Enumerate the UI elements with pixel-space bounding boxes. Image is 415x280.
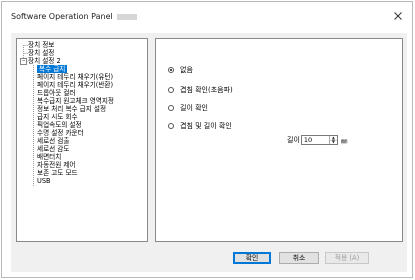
tree-item-child[interactable]: 수명 설정 카운터: [37, 129, 84, 137]
tree-item-child[interactable]: 복수급지 원고체크 영역지정: [37, 97, 114, 105]
option-none[interactable]: 없음: [168, 65, 193, 75]
ok-button[interactable]: 확인: [233, 252, 271, 264]
radio-none[interactable]: [168, 67, 174, 73]
length-spinbox[interactable]: 10 ▲ ▼: [300, 135, 338, 145]
tree-item-child[interactable]: 픽업속도의 설정: [37, 121, 82, 129]
radio-overlap-length[interactable]: [168, 123, 174, 129]
tree-collapse-icon[interactable]: −: [20, 58, 27, 65]
apply-button[interactable]: 적용 (A): [325, 252, 369, 264]
multifeed-options-panel: 없음 겹침 확인(초음파) 길이 확인 겹침 및 길이 확인 길이 10 ▲ ▼: [155, 38, 403, 242]
title-redacted-block: [117, 13, 138, 20]
tree-item-child[interactable]: 드롭아웃 컬러: [37, 89, 76, 97]
window-title-text: Software Operation Panel: [11, 12, 113, 21]
option-overlap[interactable]: 겹침 확인(초음파): [168, 85, 233, 95]
tree-item-child[interactable]: 배면터치: [37, 153, 61, 161]
length-setting: 길이 10 ▲ ▼ ㎜: [287, 135, 347, 145]
option-length-label: 길이 확인: [180, 104, 208, 112]
tree-item-child[interactable]: 보존 고도 모드: [37, 169, 78, 177]
option-none-label: 없음: [180, 66, 193, 74]
tree-item-child[interactable]: 복수 급지: [37, 65, 68, 73]
tree-item-child[interactable]: USB: [37, 177, 51, 185]
tree-item-child[interactable]: 자동전원 제어: [37, 161, 76, 169]
radio-overlap[interactable]: [168, 87, 174, 93]
tree-item-child[interactable]: 정보 처리 복수 급지 설정: [37, 105, 106, 113]
length-label: 길이: [287, 136, 300, 144]
tree-item-device-settings-2[interactable]: 장치 설정 2: [28, 57, 61, 65]
dialog-client-area: 장치 정보 장치 설정 − 장치 설정 2 복수 급지 페이지 테두리 채우기(유…: [11, 33, 407, 272]
tree-item-child[interactable]: 페이지 테두리 채우기(반환): [37, 81, 113, 89]
settings-tree[interactable]: 장치 정보 장치 설정 − 장치 설정 2 복수 급지 페이지 테두리 채우기(유…: [16, 38, 148, 242]
option-overlap-label: 겹침 확인(초음파): [180, 86, 233, 94]
option-overlap-length[interactable]: 겹침 및 길이 확인: [168, 121, 232, 131]
tree-item-child[interactable]: 세로선 감도: [37, 145, 69, 153]
tree-item-child[interactable]: 세로선 검출: [37, 137, 69, 145]
window-title: Software Operation Panel: [11, 12, 138, 21]
tree-item-device-info[interactable]: 장치 정보: [28, 41, 54, 49]
close-icon[interactable]: [391, 9, 405, 23]
spin-down-icon[interactable]: ▼: [328, 140, 337, 144]
dialog-window: Software Operation Panel 장치 정보 장치 설정 − 장…: [1, 1, 413, 278]
cancel-button[interactable]: 취소: [279, 252, 319, 264]
option-length[interactable]: 길이 확인: [168, 103, 208, 113]
radio-length[interactable]: [168, 105, 174, 111]
option-overlap-length-label: 겹침 및 길이 확인: [180, 122, 232, 130]
length-unit: ㎜: [340, 137, 348, 145]
length-value: 10: [303, 136, 313, 144]
tree-item-child[interactable]: 페이지 테두리 채우기(유턴): [37, 73, 113, 81]
tree-item-child[interactable]: 급지 시도 회수: [37, 113, 78, 121]
tree-item-device-settings[interactable]: 장치 설정: [28, 49, 54, 57]
